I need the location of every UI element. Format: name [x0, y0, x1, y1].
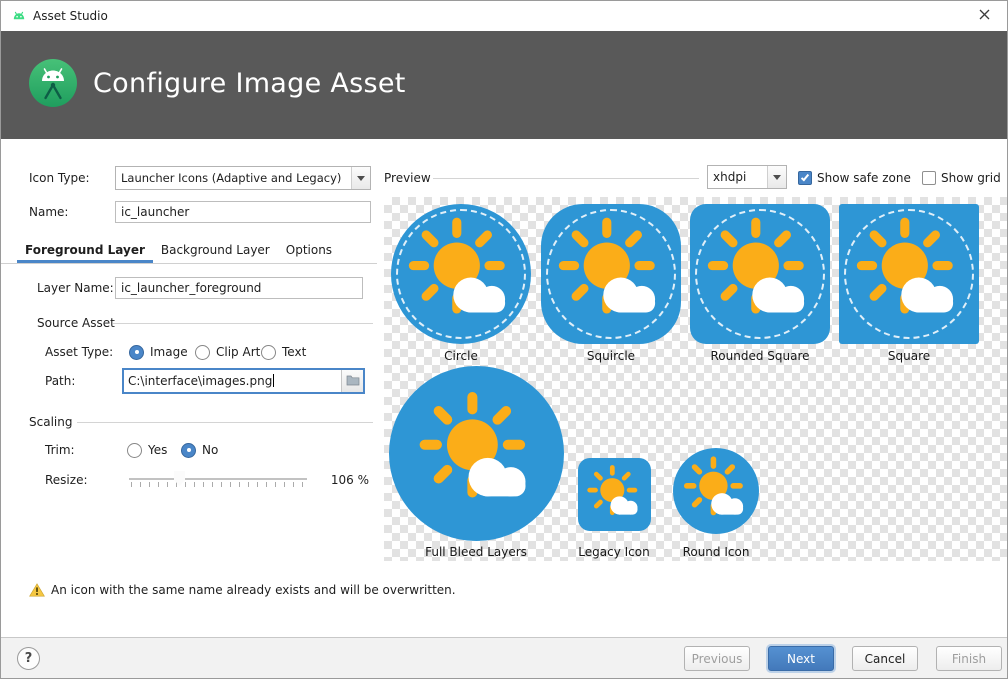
radio-label: Clip Art: [216, 345, 260, 359]
scaling-section-label: Scaling: [29, 411, 72, 433]
slider-ticks: [131, 482, 307, 487]
android-head-icon: [11, 8, 27, 27]
text-caret: [273, 374, 274, 387]
warning-icon: [29, 583, 45, 600]
tile-label: Squircle: [541, 349, 681, 363]
show-grid-label: Show grid: [941, 167, 1001, 189]
density-select[interactable]: xhdpi: [707, 165, 787, 189]
icon-type-select[interactable]: Launcher Icons (Adaptive and Legacy): [115, 166, 371, 190]
separator: [433, 178, 699, 179]
sun-cloud-icon: [673, 448, 759, 534]
legacy-icon: [578, 458, 651, 531]
radio-label: Image: [150, 345, 188, 359]
radio-label: Yes: [148, 443, 167, 457]
finish-button[interactable]: Finish: [936, 646, 1002, 671]
path-label: Path:: [45, 370, 75, 392]
chevron-down-icon: [767, 166, 786, 188]
preview-canvas: Circle Squircle Rounded Square Square: [384, 197, 1008, 561]
separator: [77, 422, 373, 423]
asset-type-label: Asset Type:: [45, 341, 113, 363]
adaptive-icon-circle: [391, 204, 531, 344]
show-safe-zone-checkbox[interactable]: [798, 171, 812, 185]
adaptive-icon-square: [839, 204, 979, 344]
preview-tile-circle: Circle: [391, 204, 531, 363]
question-mark-icon: ?: [25, 651, 33, 666]
asset-studio-dialog: Asset Studio Config: [0, 0, 1008, 679]
safe-zone-outline: [396, 209, 526, 339]
tab-foreground-layer[interactable]: Foreground Layer: [17, 238, 153, 263]
warning-message: An icon with the same name already exist…: [51, 579, 456, 601]
trim-label: Trim:: [45, 439, 75, 461]
radio-trim-yes[interactable]: Yes: [127, 439, 167, 461]
preview-label: Preview: [384, 167, 431, 189]
next-button[interactable]: Next: [768, 646, 834, 671]
tab-options[interactable]: Options: [278, 238, 340, 263]
resize-label: Resize:: [45, 469, 88, 491]
radio-unselected-icon: [195, 345, 210, 360]
checkmark-icon: [801, 173, 809, 182]
tile-label: Rounded Square: [690, 349, 830, 363]
browse-button[interactable]: [341, 370, 363, 392]
adaptive-icon-rounded-square: [690, 204, 830, 344]
path-input[interactable]: C:\interface\images.png: [124, 370, 341, 392]
tile-label: Round Icon: [683, 545, 750, 559]
safe-zone-outline: [695, 209, 825, 339]
separator: [113, 323, 373, 324]
radio-selected-icon: [129, 345, 144, 360]
name-input[interactable]: [115, 201, 371, 223]
resize-slider[interactable]: [129, 469, 307, 491]
tab-background-layer[interactable]: Background Layer: [153, 238, 278, 263]
name-label: Name:: [29, 201, 68, 223]
safe-zone-outline: [546, 209, 676, 339]
close-button[interactable]: [962, 1, 1007, 31]
source-asset-section-label: Source Asset: [37, 312, 115, 334]
cancel-button[interactable]: Cancel: [852, 646, 918, 671]
path-field: C:\interface\images.png: [122, 368, 365, 394]
previous-button[interactable]: Previous: [684, 646, 750, 671]
android-studio-logo-icon: [27, 57, 79, 112]
radio-label: Text: [282, 345, 306, 359]
radio-trim-no[interactable]: No: [181, 439, 218, 461]
chevron-down-icon: [351, 167, 370, 189]
radio-asset-type-clip-art[interactable]: Clip Art: [195, 341, 260, 363]
radio-unselected-icon: [261, 345, 276, 360]
round-icon: [673, 448, 759, 534]
resize-value: 106 %: [317, 469, 369, 491]
layer-name-label: Layer Name:: [37, 277, 114, 299]
title-bar: Asset Studio: [1, 1, 1007, 31]
slider-track[interactable]: [129, 478, 307, 480]
window-title: Asset Studio: [33, 1, 108, 31]
radio-asset-type-image[interactable]: Image: [129, 341, 188, 363]
close-icon: [979, 9, 990, 23]
radio-selected-icon: [181, 443, 196, 458]
tile-label: Square: [839, 349, 979, 363]
folder-icon: [346, 374, 360, 389]
adaptive-icon-squircle: [541, 204, 681, 344]
tile-label: Circle: [391, 349, 531, 363]
radio-label: No: [202, 443, 218, 457]
density-value: xhdpi: [708, 170, 767, 184]
full-bleed-icon: [389, 366, 564, 541]
tile-label: Full Bleed Layers: [425, 545, 527, 559]
help-button[interactable]: ?: [17, 647, 40, 670]
preview-tile-squircle: Squircle: [541, 204, 681, 363]
radio-asset-type-text[interactable]: Text: [261, 341, 306, 363]
dialog-header: Configure Image Asset: [1, 31, 1007, 139]
preview-tile-square: Square: [839, 204, 979, 363]
sun-cloud-icon: [578, 458, 651, 531]
sun-cloud-icon: [400, 377, 554, 531]
layer-tabs: Foreground Layer Background Layer Option…: [1, 238, 377, 264]
show-grid-checkbox[interactable]: [922, 171, 936, 185]
radio-unselected-icon: [127, 443, 142, 458]
page-title: Configure Image Asset: [93, 68, 406, 99]
layer-name-input[interactable]: [115, 277, 363, 299]
preview-tile-rounded-square: Rounded Square: [690, 204, 830, 363]
icon-type-value: Launcher Icons (Adaptive and Legacy): [116, 171, 351, 185]
safe-zone-outline: [844, 209, 974, 339]
icon-type-label: Icon Type:: [29, 167, 90, 189]
show-safe-zone-label: Show safe zone: [817, 167, 911, 189]
tile-label: Legacy Icon: [578, 545, 649, 559]
